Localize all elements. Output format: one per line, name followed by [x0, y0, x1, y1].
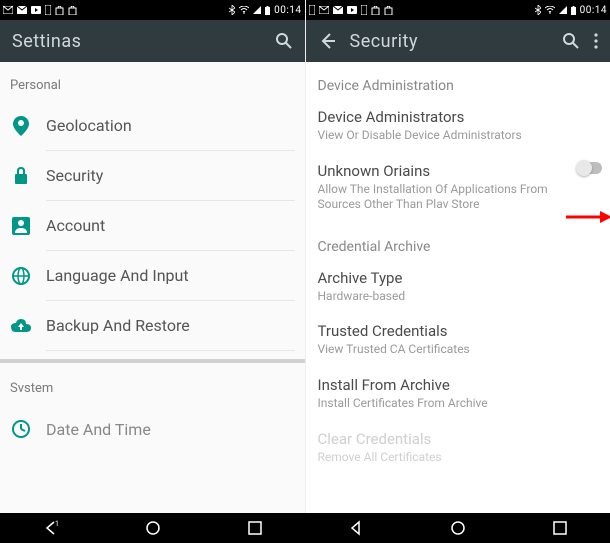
globe-icon [10, 267, 32, 285]
settings-item-geolocation[interactable]: Geolocation [0, 101, 305, 151]
setting-clear-credentials: Clear Credentials Remove All Certificate… [318, 422, 605, 476]
bluetooth-icon [229, 5, 235, 15]
status-icons-right-group: 00:14 [229, 5, 301, 16]
settings-item-label: Security [46, 151, 295, 201]
nav-right [305, 513, 610, 543]
status-time: 00:14 [580, 5, 607, 16]
setting-unknown-origins[interactable]: Unknown Oriains Allow The Installation O… [318, 154, 605, 223]
settings-item-label: Language And Input [46, 251, 295, 301]
battery-icon [571, 6, 576, 15]
nav-home-icon[interactable] [450, 520, 466, 536]
search-icon[interactable] [562, 32, 580, 50]
wifi-icon [239, 6, 249, 14]
nav-back-icon[interactable]: 1 [43, 520, 59, 536]
scrollbar[interactable] [0, 359, 305, 363]
phone-icon [309, 5, 315, 15]
store-icon [55, 6, 64, 15]
app-bar-left: Settinas [0, 20, 305, 62]
section-header-personal: Personal [0, 62, 305, 101]
settings-item-account[interactable]: Account [0, 201, 305, 251]
nav-home-icon[interactable] [145, 520, 161, 536]
section-credential-archive: Credential Archive [318, 223, 605, 261]
status-bar-right: 00:14 [306, 0, 610, 20]
setting-title: Install From Archive [318, 376, 605, 394]
location-icon [10, 116, 32, 136]
nav-left: 1 [0, 513, 305, 543]
setting-archive-type[interactable]: Archive Type Hardware-based [318, 261, 605, 315]
youtube-icon [347, 6, 357, 14]
phone-left: 00:14 Settinas Personal Geolocation Secu… [0, 0, 305, 513]
setting-trusted-credentials[interactable]: Trusted Credentials View Trusted CA Cert… [318, 314, 605, 368]
gmail-icon [333, 6, 343, 14]
battery-icon [265, 6, 270, 15]
nav-recent-icon[interactable] [553, 521, 567, 535]
svg-text:1: 1 [55, 520, 59, 528]
setting-subtitle: View Or Disable Device Administrators [318, 128, 605, 144]
setting-subtitle: View Trusted CA Certificates [318, 342, 605, 358]
setting-title: Device Administrators [318, 108, 605, 126]
store-icon [384, 6, 393, 15]
app-bar-title-security: Security [350, 31, 549, 52]
settings-item-backup[interactable]: Backup And Restore [0, 301, 305, 351]
status-icons-left-group [3, 5, 77, 15]
setting-title: Archive Type [318, 269, 605, 287]
gmail-icon [17, 6, 27, 14]
mail-icon [319, 6, 329, 14]
setting-device-administrators[interactable]: Device Administrators View Or Disable De… [318, 100, 605, 154]
cloud-upload-icon [10, 319, 32, 333]
youtube-icon [31, 6, 41, 14]
bluetooth-icon [535, 5, 541, 15]
back-icon[interactable] [318, 32, 336, 50]
app-bar-right: Security [306, 20, 610, 62]
lock-icon [10, 167, 32, 185]
setting-subtitle: Allow The Installation Of Applications F… [318, 182, 575, 213]
clock-icon [10, 420, 32, 438]
settings-item-language[interactable]: Language And Input [0, 251, 305, 301]
store-icon [68, 6, 77, 15]
status-bar-left: 00:14 [0, 0, 305, 20]
signal-icon [559, 6, 567, 14]
annotation-arrow-icon [566, 210, 610, 224]
status-time: 00:14 [274, 5, 301, 16]
wifi-icon [545, 6, 555, 14]
phone-icon [361, 5, 367, 15]
nav-bar-bottom: 1 [0, 513, 610, 543]
settings-item-datetime[interactable]: Date And Time [0, 404, 305, 454]
nav-back-icon[interactable] [348, 520, 364, 536]
settings-item-label: Account [46, 201, 295, 251]
setting-install-from-archive[interactable]: Install From Archive Install Certificate… [318, 368, 605, 422]
setting-subtitle: Install Certificates From Archive [318, 396, 605, 412]
app-bar-title-settings: Settinas [12, 31, 261, 52]
setting-subtitle: Hardware-based [318, 289, 605, 305]
security-settings: Device Administration Device Administrat… [306, 62, 610, 513]
settings-item-label: Geolocation [46, 101, 295, 151]
store-icon [371, 6, 380, 15]
settings-list: Personal Geolocation Security Account [0, 62, 305, 513]
status-icons-right-group: 00:14 [535, 5, 607, 16]
setting-title: Trusted Credentials [318, 322, 605, 340]
status-icons-left-group [309, 5, 393, 15]
mail-icon [3, 6, 13, 14]
phone-right: 00:14 Security Device Administration Dev… [305, 0, 610, 513]
section-device-admin: Device Administration [318, 68, 605, 100]
overflow-menu-icon[interactable] [594, 33, 598, 49]
setting-title: Unknown Oriains [318, 162, 575, 180]
signal-icon [253, 6, 261, 14]
toggle-unknown-origins[interactable] [578, 162, 602, 174]
settings-item-label: Date And Time [46, 404, 295, 454]
settings-item-security[interactable]: Security [0, 151, 305, 201]
search-icon[interactable] [275, 32, 293, 50]
section-header-system: Svstem [0, 365, 305, 404]
settings-item-label: Backup And Restore [46, 301, 295, 351]
setting-title: Clear Credentials [318, 430, 605, 448]
account-icon [10, 217, 32, 235]
phone-icon [45, 5, 51, 15]
nav-recent-icon[interactable] [248, 521, 262, 535]
setting-subtitle: Remove All Certificates [318, 450, 605, 466]
